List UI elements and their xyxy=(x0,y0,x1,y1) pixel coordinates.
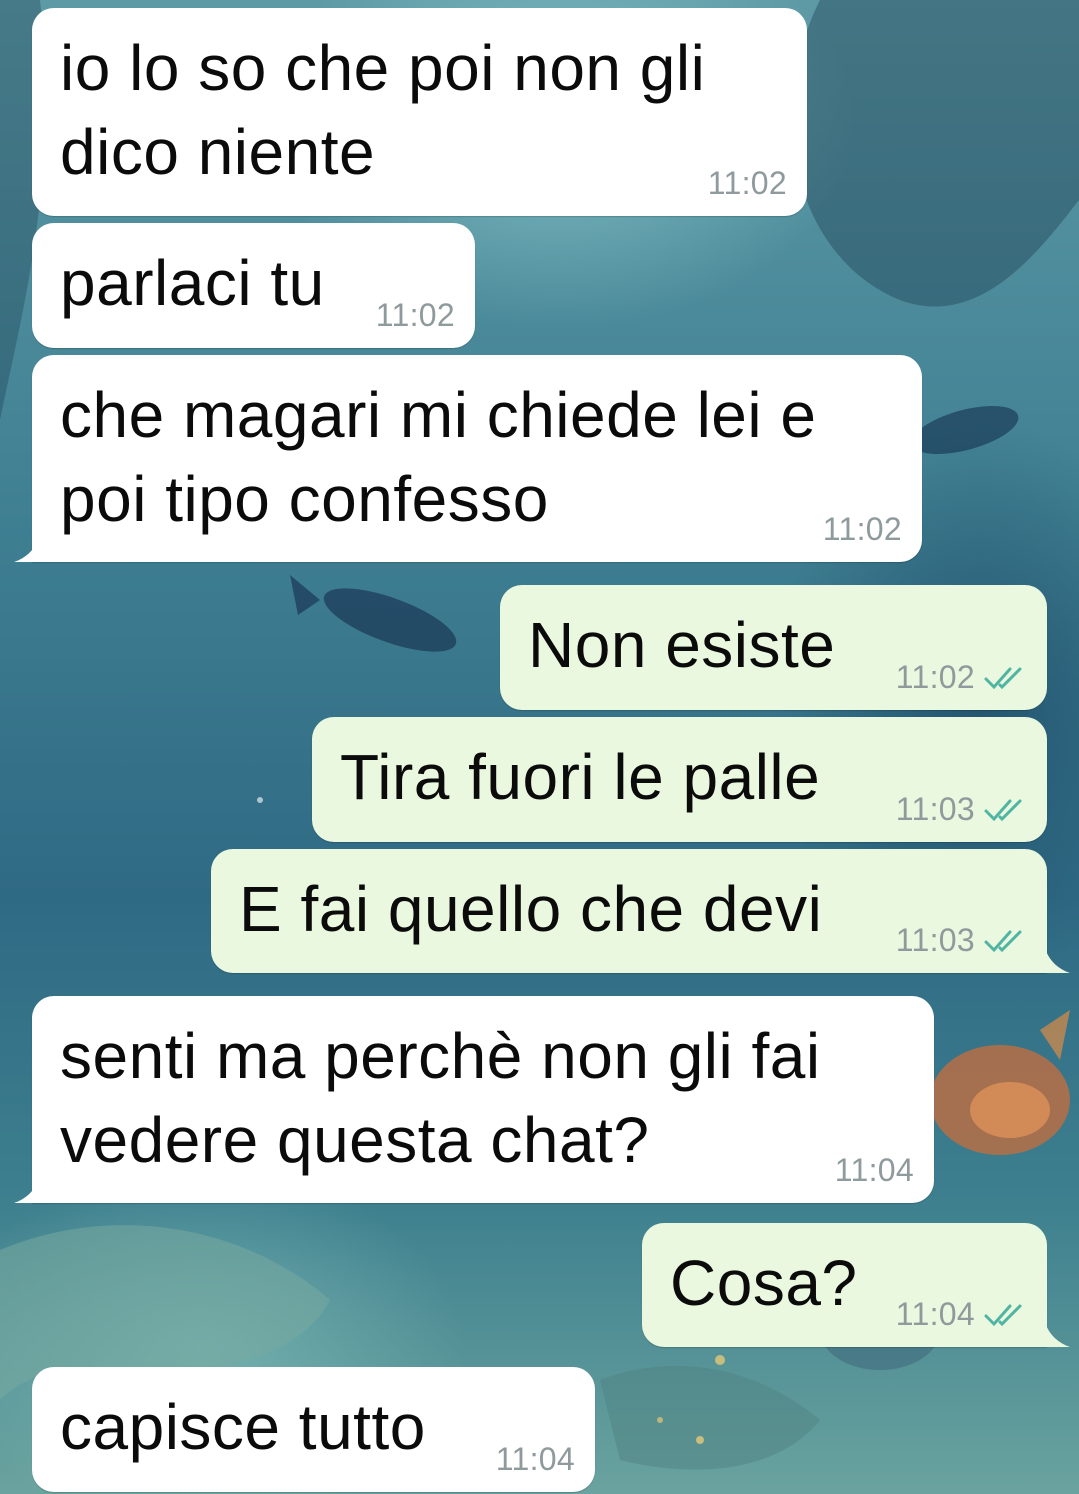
incoming-bubble-tail xyxy=(14,540,38,562)
message-timestamp: 11:04 xyxy=(834,1152,914,1188)
message-timestamp: 11:04 xyxy=(495,1441,575,1477)
incoming-bubble-tail xyxy=(14,1181,38,1203)
message-timestamp: 11:02 xyxy=(707,165,787,201)
message-timestamp: 11:02 xyxy=(375,297,455,333)
message-timestamp: 11:02 xyxy=(822,511,902,547)
message-meta: 11:02 xyxy=(823,511,902,548)
double-check-icon xyxy=(984,667,1022,689)
message-text: che magari mi chiede lei e poi tipo conf… xyxy=(60,379,817,535)
outgoing-bubble-tail xyxy=(1046,1325,1070,1347)
message-meta: 11:04 xyxy=(835,1152,914,1189)
outgoing-bubble-tail xyxy=(1046,951,1070,973)
message-text: io lo so che poi non gli dico niente xyxy=(60,32,706,188)
message-meta: 11:04 xyxy=(496,1441,575,1478)
message-text: capisce tutto xyxy=(60,1391,426,1463)
outgoing-message-bubble[interactable]: E fai quello che devi 11:03 xyxy=(211,849,1047,973)
double-check-icon xyxy=(984,799,1022,821)
incoming-message-bubble[interactable]: che magari mi chiede lei e poi tipo conf… xyxy=(32,355,922,562)
incoming-message-bubble[interactable]: capisce tutto 11:04 xyxy=(32,1367,595,1492)
message-text: parlaci tu xyxy=(60,247,325,319)
double-check-icon xyxy=(984,1304,1022,1326)
message-timestamp: 11:03 xyxy=(895,922,975,958)
incoming-message-bubble[interactable]: senti ma perchè non gli fai vedere quest… xyxy=(32,996,934,1203)
incoming-message-bubble[interactable]: io lo so che poi non gli dico niente 11:… xyxy=(32,8,807,216)
message-text: Tira fuori le palle xyxy=(340,741,821,813)
double-check-icon xyxy=(984,930,1022,952)
message-meta: 11:02 xyxy=(896,659,1027,696)
message-text: Cosa? xyxy=(670,1247,858,1319)
message-meta: 11:03 xyxy=(896,922,1027,959)
message-text: senti ma perchè non gli fai vedere quest… xyxy=(60,1020,821,1176)
message-timestamp: 11:04 xyxy=(895,1296,975,1332)
outgoing-message-bubble[interactable]: Tira fuori le palle 11:03 xyxy=(312,717,1047,842)
message-meta: 11:02 xyxy=(376,297,455,334)
message-meta: 11:02 xyxy=(708,165,787,202)
message-timestamp: 11:02 xyxy=(895,659,975,695)
message-meta: 11:03 xyxy=(896,791,1027,828)
message-text: E fai quello che devi xyxy=(239,873,823,945)
outgoing-message-bubble[interactable]: Cosa? 11:04 xyxy=(642,1223,1047,1347)
outgoing-message-bubble[interactable]: Non esiste 11:02 xyxy=(500,585,1047,710)
incoming-message-bubble[interactable]: parlaci tu 11:02 xyxy=(32,223,475,348)
message-meta: 11:04 xyxy=(896,1296,1027,1333)
message-text: Non esiste xyxy=(528,609,836,681)
message-timestamp: 11:03 xyxy=(895,791,975,827)
